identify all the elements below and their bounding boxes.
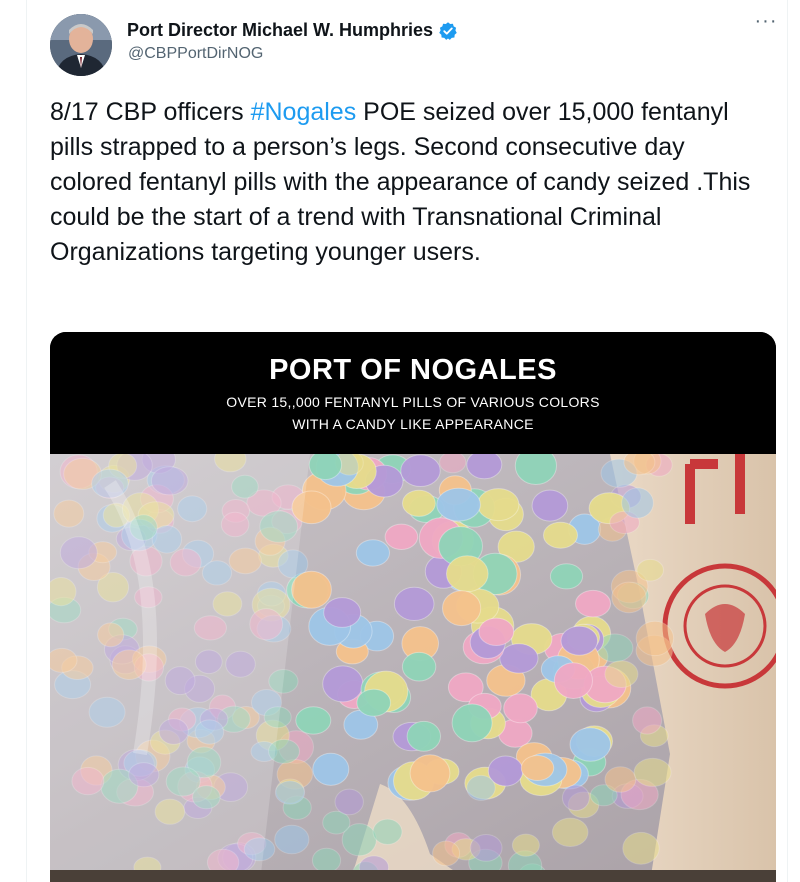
pill [531, 489, 569, 522]
pill [308, 454, 343, 481]
pill [274, 824, 310, 855]
pill [560, 625, 599, 656]
pill [632, 706, 663, 735]
pill [436, 487, 481, 522]
pill [604, 766, 637, 793]
pill [520, 755, 555, 781]
pill [499, 643, 539, 674]
pill [622, 831, 660, 865]
banner-subtitle-line-1: OVER 15,,000 FENTANYL PILLS OF VARIOUS C… [226, 394, 600, 410]
pill [611, 581, 647, 614]
pill [356, 688, 392, 717]
hashtag-link[interactable]: #Nogales [251, 98, 357, 126]
pill [400, 454, 441, 488]
pill [323, 597, 362, 628]
pills-illustration [50, 454, 776, 882]
pill [469, 834, 503, 862]
pill [604, 660, 639, 689]
media-bottom-edge [50, 870, 776, 882]
pill [402, 489, 436, 517]
pill [295, 706, 332, 735]
timeline-border-right [787, 0, 788, 882]
pill [503, 693, 538, 724]
banner-title: PORT OF NOGALES [269, 354, 557, 386]
pill [334, 788, 364, 816]
pill [466, 454, 503, 480]
pill [401, 651, 437, 682]
pill [543, 521, 578, 549]
author-name[interactable]: Port Director Michael W. Humphries [127, 20, 433, 41]
pill [575, 589, 611, 618]
verified-badge-icon [438, 21, 458, 41]
pill [311, 847, 342, 874]
pill [466, 774, 496, 801]
pill [322, 665, 364, 703]
pill [561, 784, 590, 812]
pill [439, 454, 467, 474]
pill [312, 752, 350, 786]
pill [291, 570, 332, 609]
pill [623, 454, 656, 476]
seized-pills-photo [50, 454, 776, 882]
pill [355, 539, 390, 567]
avatar[interactable] [50, 14, 112, 76]
pill [621, 487, 654, 519]
timeline-border-left [26, 0, 27, 882]
pill [549, 563, 584, 590]
pill [478, 617, 515, 647]
author-name-row: Port Director Michael W. Humphries [127, 20, 458, 41]
pill [406, 720, 441, 752]
pill [569, 727, 612, 762]
author-handle[interactable]: @CBPPortDirNOG [128, 45, 263, 63]
pill [633, 757, 672, 787]
banner-subtitle-line-2: WITH A CANDY LIKE APPEARANCE [292, 416, 534, 432]
pill [511, 833, 540, 857]
pill [451, 703, 493, 743]
pill [372, 818, 403, 845]
pill [274, 780, 306, 805]
pill [446, 555, 489, 593]
tweet-text-before: 8/17 CBP officers [50, 98, 251, 126]
pill [393, 586, 435, 621]
avatar-image [50, 14, 112, 76]
pill [551, 817, 589, 847]
pill [432, 840, 461, 867]
pill [442, 590, 482, 627]
tweet-text: 8/17 CBP officers #Nogales POE seized ov… [50, 95, 765, 270]
media-banner: PORT OF NOGALES OVER 15,,000 FENTANYL PI… [50, 332, 776, 454]
more-options-icon[interactable]: ··· [752, 11, 780, 36]
tweet-media[interactable]: PORT OF NOGALES OVER 15,,000 FENTANYL PI… [50, 332, 776, 882]
pill [477, 488, 520, 522]
pill [635, 620, 675, 657]
pill [636, 558, 665, 582]
pill [384, 523, 419, 551]
pill [409, 754, 451, 793]
pill [553, 662, 594, 700]
